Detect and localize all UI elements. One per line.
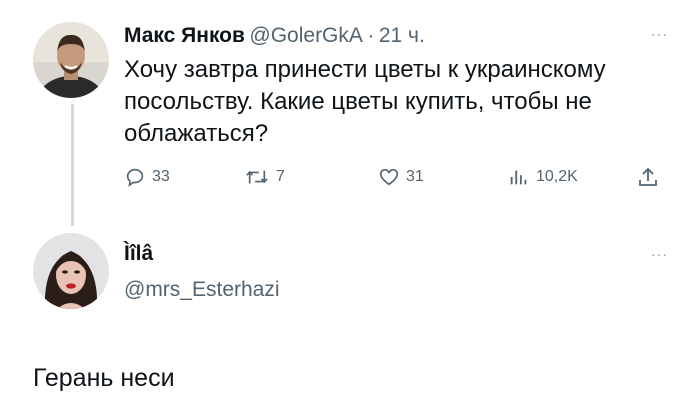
like-button[interactable]: 31 [378,166,424,188]
heart-icon [379,168,399,186]
reply-text: Герань неси [33,364,175,392]
retweet-count: 7 [276,168,285,185]
tweet-header: Макс Янков @GolerGkA · 21 ч. [124,24,425,48]
avatar-mila[interactable] [33,233,109,309]
share-upload-icon [639,167,657,186]
retweet-arrows-icon [246,170,268,184]
meta-separator: · [367,24,375,47]
more-options-icon[interactable]: ··· [651,26,668,42]
tweet-text: Хочу завтра принести цветы к украинскому… [124,56,606,147]
views-button[interactable]: 10,2K [508,166,578,188]
like-count: 31 [406,168,424,185]
tweet-time[interactable]: 21 ч. [379,24,425,47]
reply-more-options-icon[interactable]: ··· [651,246,668,262]
reply-author-handle[interactable]: @mrs_Esterhazi [124,278,280,302]
author-name[interactable]: Макс Янков [124,24,245,47]
retweet-button[interactable]: 7 [244,166,285,188]
share-button[interactable] [636,165,666,189]
views-count: 10,2K [536,168,578,185]
author-handle[interactable]: @GolerGkA [249,24,363,47]
avatar-photo-man-icon [33,22,109,98]
avatar-maks[interactable] [33,22,109,98]
bar-chart-icon [510,170,527,185]
thread-connector-line [71,104,74,226]
reply-author-name[interactable]: Ìîlâ [124,242,153,266]
reply-count: 33 [152,168,170,185]
reply-button[interactable]: 33 [124,166,170,188]
speech-bubble-icon [126,168,144,188]
avatar-photo-woman-icon [33,233,109,309]
